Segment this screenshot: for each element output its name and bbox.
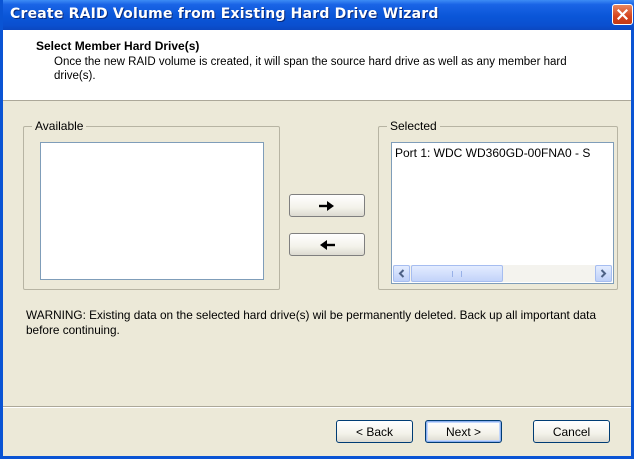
scroll-left-icon bbox=[398, 269, 405, 278]
scroll-left-button[interactable] bbox=[393, 265, 410, 282]
selected-group: Selected Port 1: WDC WD360GD-00FNA0 - S bbox=[378, 119, 618, 290]
available-label: Available bbox=[32, 119, 87, 133]
warning-text: WARNING: Existing data on the selected h… bbox=[26, 308, 597, 337]
wizard-window: Create RAID Volume from Existing Hard Dr… bbox=[0, 0, 634, 459]
footer-divider bbox=[3, 406, 631, 408]
scroll-thumb[interactable] bbox=[411, 265, 503, 282]
close-button[interactable] bbox=[612, 4, 633, 25]
next-button[interactable]: Next > bbox=[425, 420, 502, 443]
selected-label: Selected bbox=[387, 119, 440, 133]
right-arrow-icon bbox=[319, 200, 334, 211]
window-title: Create RAID Volume from Existing Hard Dr… bbox=[10, 6, 439, 22]
list-item[interactable]: Port 1: WDC WD360GD-00FNA0 - S bbox=[395, 146, 590, 160]
step-description: Once the new RAID volume is created, it … bbox=[54, 56, 567, 82]
add-drive-button[interactable] bbox=[289, 194, 365, 217]
grip-icon bbox=[452, 270, 462, 277]
available-group: Available bbox=[23, 119, 280, 290]
close-icon bbox=[617, 9, 628, 20]
title-bar[interactable]: Create RAID Volume from Existing Hard Dr… bbox=[3, 0, 634, 30]
horizontal-scrollbar[interactable] bbox=[393, 265, 612, 282]
cancel-button[interactable]: Cancel bbox=[533, 420, 610, 443]
back-button[interactable]: < Back bbox=[336, 420, 413, 443]
selected-list[interactable]: Port 1: WDC WD360GD-00FNA0 - S bbox=[391, 142, 614, 284]
left-arrow-icon bbox=[320, 239, 335, 250]
header-panel: Select Member Hard Drive(s) Once the new… bbox=[3, 30, 631, 101]
scroll-right-icon bbox=[600, 269, 607, 278]
remove-drive-button[interactable] bbox=[289, 233, 365, 256]
scroll-right-button[interactable] bbox=[595, 265, 612, 282]
step-title: Select Member Hard Drive(s) bbox=[36, 39, 200, 53]
available-list[interactable] bbox=[40, 142, 264, 280]
